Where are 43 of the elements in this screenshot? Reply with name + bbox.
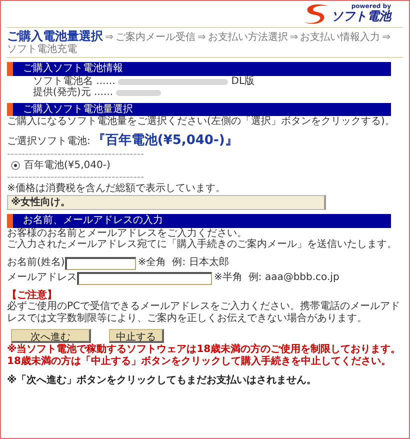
arrow-icon: ⇒ [382,32,391,44]
radio-button[interactable] [11,161,20,170]
logo-brand: ソフト電池 [331,10,391,24]
caution-title: 【ご注意】 [7,290,58,301]
intro-text: ご入力されたメールアドレス宛てに「購入手続きのご案内メール」を送信いたします。 [7,239,398,251]
dashed-separator: -------------------------------------- [7,150,144,160]
instruction-text: ご購入になるソフト電池量をご選択ください(左側の「選択」ボタンをクリックする)。 [7,116,396,128]
section-header: ご購入ソフト電池量選択 [7,102,391,116]
field-example: 例: aaa@bbb.co.jp [248,272,340,284]
chosen-product: 『百年電池(¥5,040-)』 [92,134,238,149]
arrow-icon: ⇒ [197,32,206,44]
step-label: ソフト電池充電 [7,44,77,56]
section-header: ご購入ソフト電池情報 [7,62,391,76]
form-button[interactable]: 次へ進む [11,329,91,344]
arrow-icon: ⇒ [290,32,298,44]
product-name-label: ソフト電池名 ...... [33,76,116,87]
field-note: ※半角 [214,272,242,284]
step-label: お支払い方法選択 [208,32,288,44]
intro-text: お客様のお名前とメールアドレスをご入力ください。 [7,228,247,239]
payment-footnote: ※「次へ進む」ボタンをクリックしてもまだお支払いはされません。 [7,375,318,387]
remark-box: ※女性向け。 [7,194,326,210]
option-label[interactable]: 百年電池(¥5,040-) [24,160,110,172]
dashed-separator: -------------------------------------- [7,172,144,183]
input-field[interactable] [64,256,136,270]
caution-text: 必ずご使用のPCで受信できるメールアドレスをご入力ください。携帯電話のメールアドレスでは文字数制限等により、ご案内を正しくお伝えできない場合があります。 [7,301,402,324]
field-note: ※全角 [138,257,166,269]
input-field[interactable] [77,272,212,285]
section-header: お名前、メールアドレスの入力 [7,214,391,228]
step-label: ご案内メール受信 [115,32,196,44]
edition-text: DL版 [231,76,255,88]
arrow-icon: ⇒ [105,32,114,44]
field-example: 例: 日本太郎 [172,257,229,269]
field-label: メールアドレス [7,272,77,284]
swoosh-logo-icon [302,3,330,25]
step-label: ご購入電池量選択 [7,30,103,44]
chosen-label: ご選択ソフト電池: [7,136,90,148]
form-button[interactable]: 中止する [109,329,164,344]
tax-note: ※価格は消費税を含んだ総額で表示しています。 [7,183,226,195]
age-warning: ※当ソフト電池で稼動するソフトウェアは18歳未満の方のご使用を制限しております。18歳未満の方は「中止する」ボタンをクリックして購入手続きを中止してください。 [7,344,402,368]
field-label: お名前(姓名) [7,257,65,269]
redacted-text [116,90,162,96]
provider-label: 提供(発売)元 ...... [33,87,114,99]
step-label: お支払い情報入力 [300,32,380,44]
